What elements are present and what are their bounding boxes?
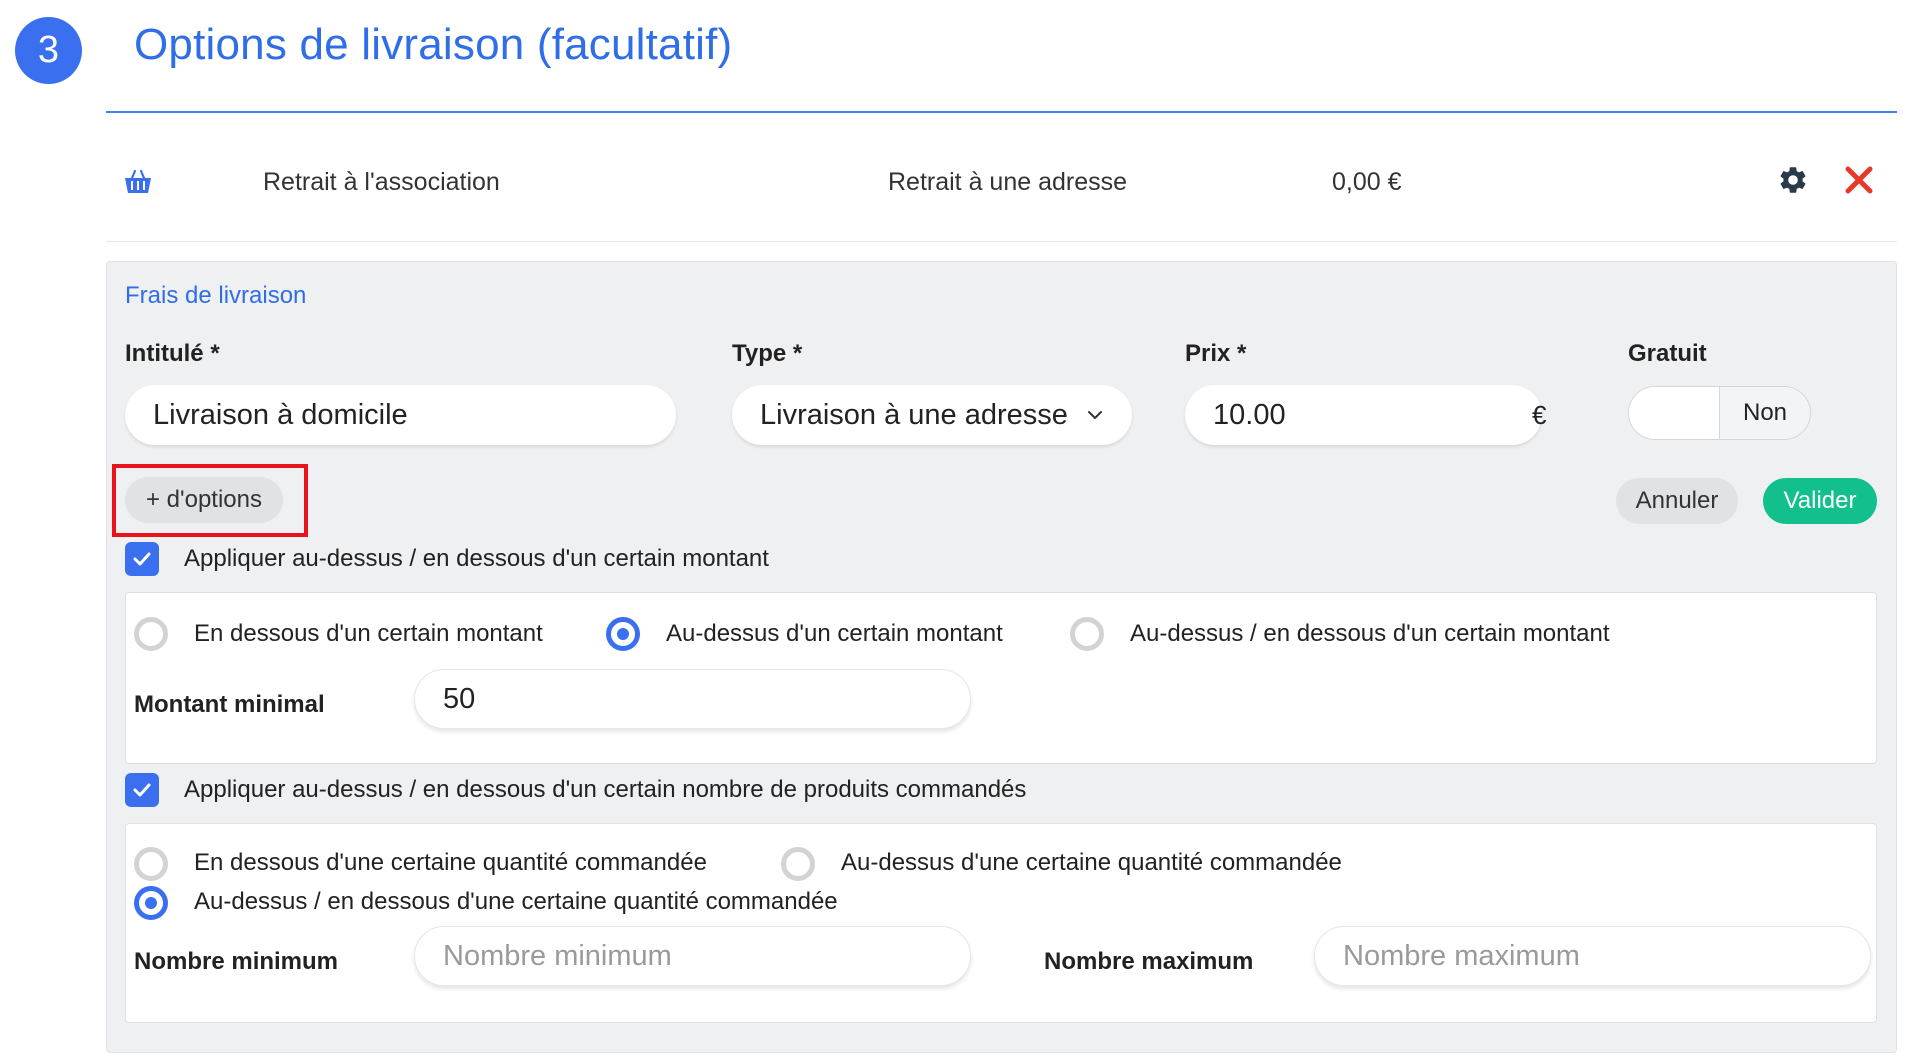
label-input[interactable] xyxy=(125,385,676,445)
option-name: Retrait à l'association xyxy=(263,168,500,196)
radio-between-quantity-label: Au-dessus / en dessous d'une certaine qu… xyxy=(194,888,838,915)
radio-below-quantity[interactable] xyxy=(134,847,168,881)
option-type: Retrait à une adresse xyxy=(888,168,1128,196)
amount-checkbox[interactable] xyxy=(125,542,159,576)
step-title: Options de livraison (facultatif) xyxy=(134,20,733,69)
step-header: 3 Options de livraison (facultatif) xyxy=(0,0,1918,113)
delete-icon[interactable] xyxy=(1843,164,1875,196)
radio-above-quantity[interactable] xyxy=(781,847,815,881)
max-quantity-label: Nombre maximum xyxy=(1044,948,1254,975)
type-select[interactable]: Livraison à une adresse xyxy=(732,385,1132,445)
radio-above-amount-label: Au-dessus d'un certain montant xyxy=(666,620,1003,647)
radio-below-amount-label: En dessous d'un certain montant xyxy=(194,620,543,647)
amount-options-panel: En dessous d'un certain montant Au-dessu… xyxy=(125,592,1877,764)
radio-above-quantity-label: Au-dessus d'une certaine quantité comman… xyxy=(841,849,1342,876)
free-toggle[interactable]: Non xyxy=(1628,386,1811,440)
radio-below-amount[interactable] xyxy=(134,617,168,651)
type-select-value: Livraison à une adresse xyxy=(760,398,1068,431)
radio-between-amount[interactable] xyxy=(1070,617,1104,651)
quantity-checkbox-label: Appliquer au-dessus / en dessous d'un ce… xyxy=(184,776,1027,803)
form-section-title: Frais de livraison xyxy=(125,282,307,309)
label-field-label: Intitulé * xyxy=(125,340,220,367)
max-quantity-input[interactable] xyxy=(1314,926,1871,986)
price-field-label: Prix * xyxy=(1185,340,1247,367)
free-field-label: Gratuit xyxy=(1628,340,1707,367)
header-divider xyxy=(106,111,1897,113)
min-amount-input[interactable] xyxy=(414,669,971,729)
gear-icon[interactable] xyxy=(1777,164,1809,196)
radio-between-amount-label: Au-dessus / en dessous d'un certain mont… xyxy=(1130,620,1610,647)
checkmark-icon xyxy=(133,783,151,797)
checkmark-icon xyxy=(133,552,151,566)
more-options-button[interactable]: + d'options xyxy=(125,477,283,523)
currency-symbol: € xyxy=(1532,400,1547,430)
radio-above-amount[interactable] xyxy=(606,617,640,651)
min-amount-label: Montant minimal xyxy=(134,691,325,718)
quantity-options-panel: En dessous d'une certaine quantité comma… xyxy=(125,823,1877,1023)
price-input[interactable] xyxy=(1185,385,1542,445)
type-field-label: Type * xyxy=(732,340,803,367)
delivery-fee-form: Frais de livraison Intitulé * Type * Pri… xyxy=(106,261,1897,1053)
radio-between-quantity[interactable] xyxy=(134,886,168,920)
step-number-badge: 3 xyxy=(15,17,82,84)
delivery-option-row: Retrait à l'association Retrait à une ad… xyxy=(106,130,1897,242)
cancel-button[interactable]: Annuler xyxy=(1616,478,1738,524)
quantity-checkbox[interactable] xyxy=(125,773,159,807)
min-quantity-input[interactable] xyxy=(414,926,971,986)
radio-below-quantity-label: En dessous d'une certaine quantité comma… xyxy=(194,849,707,876)
amount-checkbox-label: Appliquer au-dessus / en dessous d'un ce… xyxy=(184,545,769,572)
basket-icon xyxy=(125,169,151,193)
chevron-down-icon xyxy=(1088,411,1102,419)
min-quantity-label: Nombre minimum xyxy=(134,948,339,975)
toggle-knob xyxy=(1629,387,1720,439)
validate-button[interactable]: Valider xyxy=(1763,478,1877,524)
option-price: 0,00 € xyxy=(1332,168,1402,196)
toggle-label: Non xyxy=(1742,399,1788,426)
